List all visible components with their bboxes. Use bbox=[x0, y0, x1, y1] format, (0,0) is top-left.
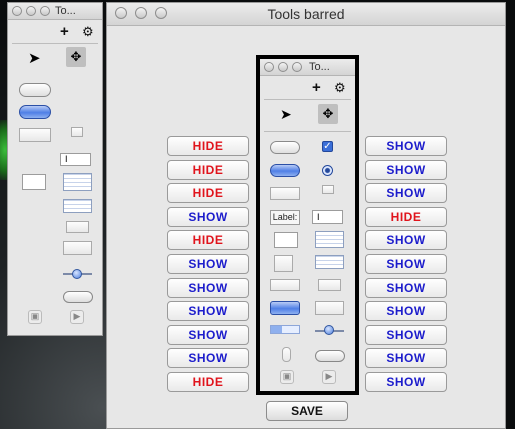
box-tool[interactable] bbox=[19, 128, 51, 142]
left-toggle-button[interactable]: SHOW bbox=[167, 301, 249, 322]
minimize-icon[interactable] bbox=[278, 62, 288, 72]
combo-box-tool[interactable] bbox=[270, 279, 300, 291]
progress-bar-tool[interactable] bbox=[270, 325, 300, 334]
left-toggle-button[interactable]: HIDE bbox=[167, 136, 249, 156]
split-view-tool[interactable] bbox=[63, 241, 92, 255]
image-view-tool[interactable]: ▣ bbox=[28, 310, 42, 324]
table-tool[interactable] bbox=[63, 173, 92, 191]
right-toggle-button[interactable]: SHOW bbox=[365, 230, 447, 251]
save-button[interactable]: SAVE bbox=[266, 401, 348, 421]
left-toggle-button[interactable]: HIDE bbox=[167, 372, 249, 392]
plus-icon[interactable]: + bbox=[312, 80, 321, 95]
left-toggle-button[interactable]: SHOW bbox=[167, 254, 249, 274]
radio-button-tool[interactable] bbox=[322, 165, 333, 176]
palette-divider bbox=[264, 131, 351, 132]
right-toggle-button[interactable]: SHOW bbox=[365, 372, 447, 392]
slider-knob[interactable] bbox=[72, 269, 82, 279]
media-view-tool[interactable]: ▶ bbox=[322, 370, 336, 384]
label-tool[interactable]: Label: bbox=[270, 210, 300, 225]
minimize-icon[interactable] bbox=[26, 6, 36, 16]
scroll-view-tool[interactable] bbox=[274, 255, 293, 272]
popup-button-tool[interactable] bbox=[318, 279, 341, 291]
close-icon[interactable] bbox=[264, 62, 274, 72]
slider-knob[interactable] bbox=[324, 325, 334, 335]
default-button-tool[interactable] bbox=[270, 164, 300, 177]
right-toggle-button[interactable]: SHOW bbox=[365, 183, 447, 204]
segmented-control-tool[interactable] bbox=[63, 291, 93, 303]
inner-palette-title: To... bbox=[309, 61, 330, 73]
left-toggle-button[interactable]: HIDE bbox=[167, 159, 249, 180]
table-tool[interactable] bbox=[315, 231, 344, 248]
left-toggle-button[interactable]: SHOW bbox=[167, 324, 249, 345]
left-toggle-button[interactable]: HIDE bbox=[167, 183, 249, 204]
left-toggle-button[interactable]: SHOW bbox=[167, 348, 249, 369]
outline-tool[interactable] bbox=[315, 255, 344, 269]
segmented-select-tool[interactable] bbox=[270, 301, 300, 315]
arrow-pointer-icon[interactable]: ➤ bbox=[28, 49, 41, 67]
left-palette-title: To... bbox=[55, 5, 76, 17]
image-well-tool[interactable] bbox=[322, 185, 334, 194]
right-toggle-button[interactable]: HIDE bbox=[365, 206, 447, 227]
split-view-tool[interactable] bbox=[315, 301, 344, 315]
left-toggle-button[interactable]: HIDE bbox=[167, 230, 249, 251]
right-toggle-button[interactable]: SHOW bbox=[365, 159, 447, 180]
right-toggle-button[interactable]: SHOW bbox=[365, 254, 447, 274]
right-toggle-button[interactable]: SHOW bbox=[365, 136, 447, 156]
main-titlebar[interactable]: Tools barred bbox=[107, 3, 505, 26]
zoom-icon[interactable] bbox=[292, 62, 302, 72]
right-toggle-button[interactable]: SHOW bbox=[365, 301, 447, 322]
right-toggle-button[interactable]: SHOW bbox=[365, 324, 447, 345]
zoom-icon[interactable] bbox=[40, 6, 50, 16]
box-tool[interactable] bbox=[270, 187, 300, 200]
rounded-button-tool[interactable] bbox=[270, 141, 300, 154]
window-title: Tools barred bbox=[267, 6, 345, 22]
text-field-tool[interactable]: I bbox=[312, 210, 343, 224]
segmented-control-tool[interactable] bbox=[315, 350, 345, 362]
image-well-tool[interactable] bbox=[71, 127, 83, 137]
move-cursor-icon[interactable]: ✥ bbox=[318, 104, 338, 124]
left-toggle-button[interactable]: SHOW bbox=[167, 277, 249, 298]
left-toggle-button[interactable]: SHOW bbox=[167, 206, 249, 227]
left-tool-palette: To... + ⚙ ➤ ✥ I ▣ ▶ bbox=[7, 2, 103, 336]
arrow-pointer-icon[interactable]: ➤ bbox=[280, 106, 292, 123]
popup-button-tool[interactable] bbox=[66, 221, 89, 233]
image-view-tool[interactable]: ▣ bbox=[280, 370, 294, 384]
right-toggle-button[interactable]: SHOW bbox=[365, 277, 447, 298]
palette-divider bbox=[264, 99, 351, 100]
plus-icon[interactable]: + bbox=[60, 24, 69, 39]
default-button-tool[interactable] bbox=[19, 105, 51, 119]
inner-tool-palette: To... + ⚙ ➤ ✥ ✓ Label: I ▣ ▶ bbox=[256, 55, 359, 395]
close-icon[interactable] bbox=[12, 6, 22, 16]
stepper-field-tool[interactable] bbox=[274, 232, 298, 248]
stepper-tool[interactable] bbox=[282, 347, 291, 362]
gear-icon[interactable]: ⚙ bbox=[82, 25, 94, 39]
checkbox-tool[interactable]: ✓ bbox=[322, 141, 333, 152]
stepper-field-tool[interactable] bbox=[22, 174, 46, 190]
text-field-tool[interactable]: I bbox=[60, 153, 91, 166]
inner-palette-titlebar[interactable]: To... bbox=[260, 59, 355, 76]
gear-icon[interactable]: ⚙ bbox=[334, 81, 346, 95]
palette-divider bbox=[12, 43, 98, 44]
outline-tool[interactable] bbox=[63, 199, 92, 213]
rounded-button-tool[interactable] bbox=[19, 83, 51, 97]
move-cursor-icon[interactable]: ✥ bbox=[66, 47, 86, 67]
media-view-tool[interactable]: ▶ bbox=[70, 310, 84, 324]
left-palette-titlebar[interactable]: To... bbox=[8, 3, 102, 20]
right-toggle-button[interactable]: SHOW bbox=[365, 348, 447, 369]
